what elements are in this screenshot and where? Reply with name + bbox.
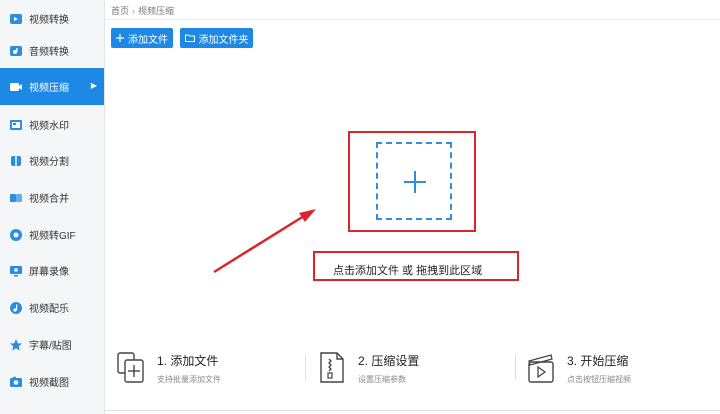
clapperboard-icon bbox=[527, 351, 555, 385]
add-file-step-icon bbox=[117, 351, 145, 385]
bottom-divider bbox=[104, 410, 720, 411]
settings-document-icon bbox=[318, 351, 346, 385]
step-desc: 支持批量添加文件 bbox=[157, 375, 221, 384]
step-divider bbox=[515, 354, 516, 380]
step-divider bbox=[305, 354, 306, 380]
step-desc: 设置压缩参数 bbox=[358, 375, 406, 384]
step-desc: 点击按钮压缩视频 bbox=[567, 375, 631, 384]
step-title: 2. 压缩设置 bbox=[358, 354, 420, 368]
step-title: 1. 添加文件 bbox=[157, 354, 219, 368]
dropzone-hint: 点击添加文件 或 拖拽到此区域 bbox=[333, 265, 483, 277]
step-title: 3. 开始压缩 bbox=[567, 354, 629, 368]
